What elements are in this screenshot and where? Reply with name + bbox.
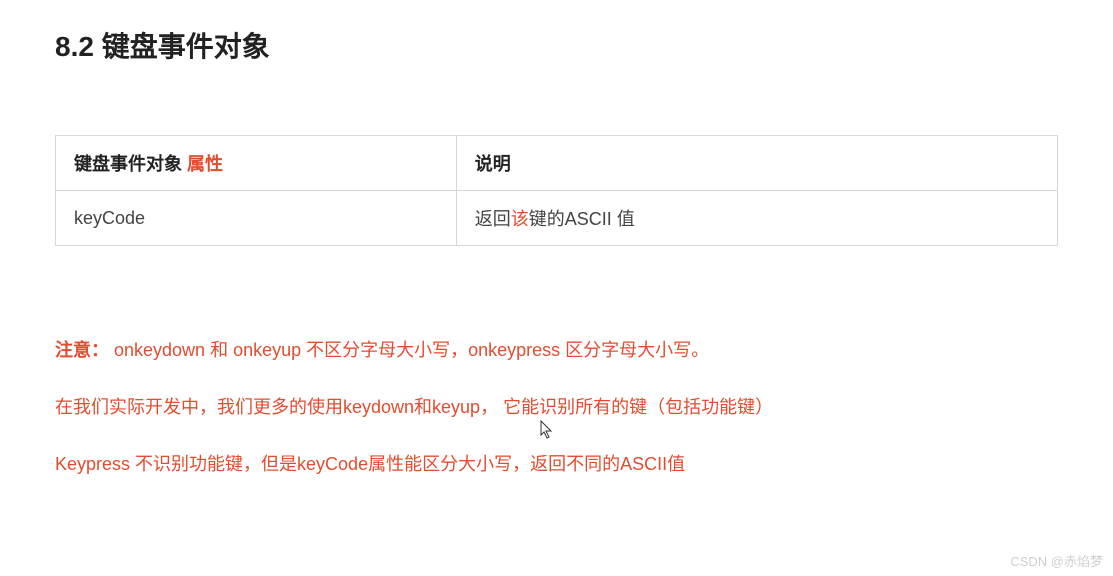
td-prefix-text: 返回: [475, 209, 511, 229]
section-heading: 8.2 键盘事件对象: [55, 25, 1058, 65]
note-label: 注意：: [55, 340, 109, 360]
th-highlight-text: 属性: [187, 154, 223, 174]
td-highlight-text: 该: [511, 209, 529, 229]
notes-section: 注意： onkeydown 和 onkeyup 不区分字母大小写，onkeypr…: [55, 336, 1058, 478]
table-cell-description: 返回该键的ASCII 值: [456, 191, 1057, 246]
note-line-2: 在我们实际开发中，我们更多的使用keydown和keyup， 它能识别所有的键（…: [55, 393, 1058, 422]
td-suffix-text: 键的ASCII 值: [529, 209, 635, 229]
table-header-description: 说明: [456, 136, 1057, 191]
table-header-property: 键盘事件对象 属性: [56, 136, 457, 191]
th-prefix-text: 键盘事件对象: [74, 154, 187, 174]
watermark-text: CSDN @赤焰梦: [1010, 551, 1103, 570]
table-row: keyCode 返回该键的ASCII 值: [56, 191, 1058, 246]
keyboard-event-table: 键盘事件对象 属性 说明 keyCode 返回该键的ASCII 值: [55, 135, 1058, 246]
table-header-row: 键盘事件对象 属性 说明: [56, 136, 1058, 191]
note-text-1: onkeydown 和 onkeyup 不区分字母大小写，onkeypress …: [109, 340, 709, 360]
note-line-3: Keypress 不识别功能键，但是keyCode属性能区分大小写，返回不同的A…: [55, 450, 1058, 479]
note-line-1: 注意： onkeydown 和 onkeyup 不区分字母大小写，onkeypr…: [55, 336, 1058, 365]
table-cell-property: keyCode: [56, 191, 457, 246]
